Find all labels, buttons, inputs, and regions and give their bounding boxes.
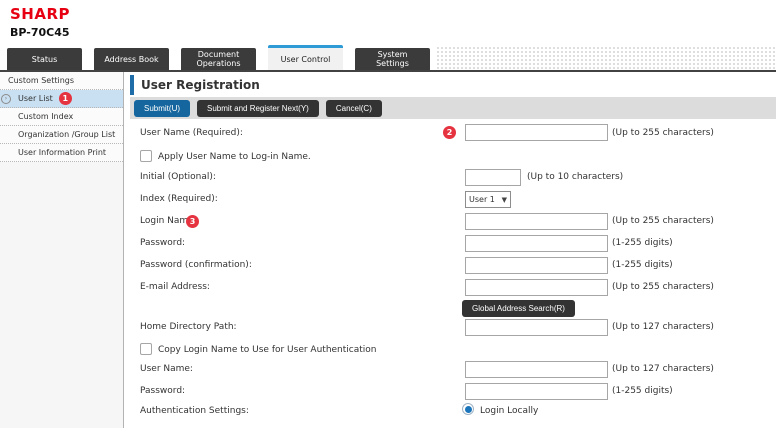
- index-select-value: User 1: [469, 195, 495, 204]
- step-badge-2: 2: [443, 126, 456, 139]
- initial-label: Initial (Optional):: [140, 172, 216, 182]
- password-label: Password:: [140, 238, 185, 248]
- copy-login-name-checkbox[interactable]: [140, 343, 152, 355]
- apply-user-name-label: Apply User Name to Log-in Name.: [158, 152, 311, 162]
- global-address-search-button[interactable]: Global Address Search(R): [462, 300, 575, 317]
- user-name-hint: (Up to 255 characters): [612, 128, 714, 138]
- tab-status[interactable]: Status: [7, 48, 82, 70]
- selected-item-arrow-icon: ›: [1, 94, 11, 104]
- password-confirmation-label: Password (confirmation):: [140, 260, 252, 270]
- page: SHARP BP-70C45 Status Address Book Docum…: [0, 0, 776, 428]
- tab-user-control[interactable]: User Control: [268, 45, 343, 70]
- sidebar-item-custom-settings[interactable]: Custom Settings: [0, 72, 123, 90]
- login-name-hint: (Up to 255 characters): [612, 216, 714, 226]
- index-select[interactable]: User 1 ▼: [465, 191, 511, 208]
- auth-password-hint: (1-255 digits): [612, 386, 673, 396]
- sidebar: Custom Settings › User List 1 Custom Ind…: [0, 72, 124, 428]
- page-title: User Registration: [141, 78, 260, 92]
- initial-input[interactable]: [465, 169, 521, 186]
- sidebar-item-label: User List: [18, 94, 53, 103]
- user-name-input[interactable]: [465, 124, 608, 141]
- home-directory-path-input[interactable]: [465, 319, 608, 336]
- tab-document-operations[interactable]: Document Operations: [181, 48, 256, 70]
- copy-login-name-label: Copy Login Name to Use for User Authenti…: [158, 345, 377, 355]
- home-directory-path-label: Home Directory Path:: [140, 322, 237, 332]
- login-name-input[interactable]: [465, 213, 608, 230]
- sidebar-item-user-list[interactable]: › User List 1: [0, 90, 123, 108]
- sidebar-item-label: Custom Settings: [8, 76, 74, 85]
- user-name-label: User Name (Required):: [140, 128, 243, 138]
- title-accent-bar: [130, 75, 134, 95]
- auth-password-input[interactable]: [465, 383, 608, 400]
- sidebar-item-label: User Information Print: [18, 148, 106, 157]
- chevron-down-icon: ▼: [502, 196, 507, 204]
- email-address-hint: (Up to 255 characters): [612, 282, 714, 292]
- password-input[interactable]: [465, 235, 608, 252]
- authentication-settings-label: Authentication Settings:: [140, 406, 249, 416]
- tabbar-dotted-filler: [436, 46, 776, 70]
- password-confirmation-hint: (1-255 digits): [612, 260, 673, 270]
- login-locally-label: Login Locally: [480, 406, 538, 416]
- login-locally-radio[interactable]: [462, 403, 474, 415]
- initial-hint: (Up to 10 characters): [527, 172, 623, 182]
- apply-user-name-checkbox[interactable]: [140, 150, 152, 162]
- sharp-logo: SHARP: [10, 5, 70, 23]
- auth-user-name-input[interactable]: [465, 361, 608, 378]
- form-toolbar: Submit(U) Submit and Register Next(Y) Ca…: [130, 97, 776, 119]
- email-address-label: E-mail Address:: [140, 282, 210, 292]
- auth-user-name-label: User Name:: [140, 364, 193, 374]
- submit-and-register-next-button[interactable]: Submit and Register Next(Y): [197, 100, 319, 117]
- sidebar-item-custom-index[interactable]: Custom Index: [0, 108, 123, 126]
- sidebar-item-label: Custom Index: [18, 112, 73, 121]
- cancel-button[interactable]: Cancel(C): [326, 100, 382, 117]
- submit-button[interactable]: Submit(U): [134, 100, 190, 117]
- auth-user-name-hint: (Up to 127 characters): [612, 364, 714, 374]
- sidebar-item-user-information-print[interactable]: User Information Print: [0, 144, 123, 162]
- auth-password-label: Password:: [140, 386, 185, 396]
- sidebar-item-organization-group-list[interactable]: Organization /Group List: [0, 126, 123, 144]
- email-address-input[interactable]: [465, 279, 608, 296]
- password-confirmation-input[interactable]: [465, 257, 608, 274]
- step-badge-3: 3: [186, 215, 199, 228]
- tab-address-book[interactable]: Address Book: [94, 48, 169, 70]
- index-label: Index (Required):: [140, 194, 218, 204]
- password-hint: (1-255 digits): [612, 238, 673, 248]
- radio-selected-dot: [465, 406, 472, 413]
- model-name: BP-70C45: [10, 26, 70, 39]
- sidebar-item-label: Organization /Group List: [18, 130, 115, 139]
- tab-system-settings[interactable]: System Settings: [355, 48, 430, 70]
- step-badge-1: 1: [59, 92, 72, 105]
- home-directory-path-hint: (Up to 127 characters): [612, 322, 714, 332]
